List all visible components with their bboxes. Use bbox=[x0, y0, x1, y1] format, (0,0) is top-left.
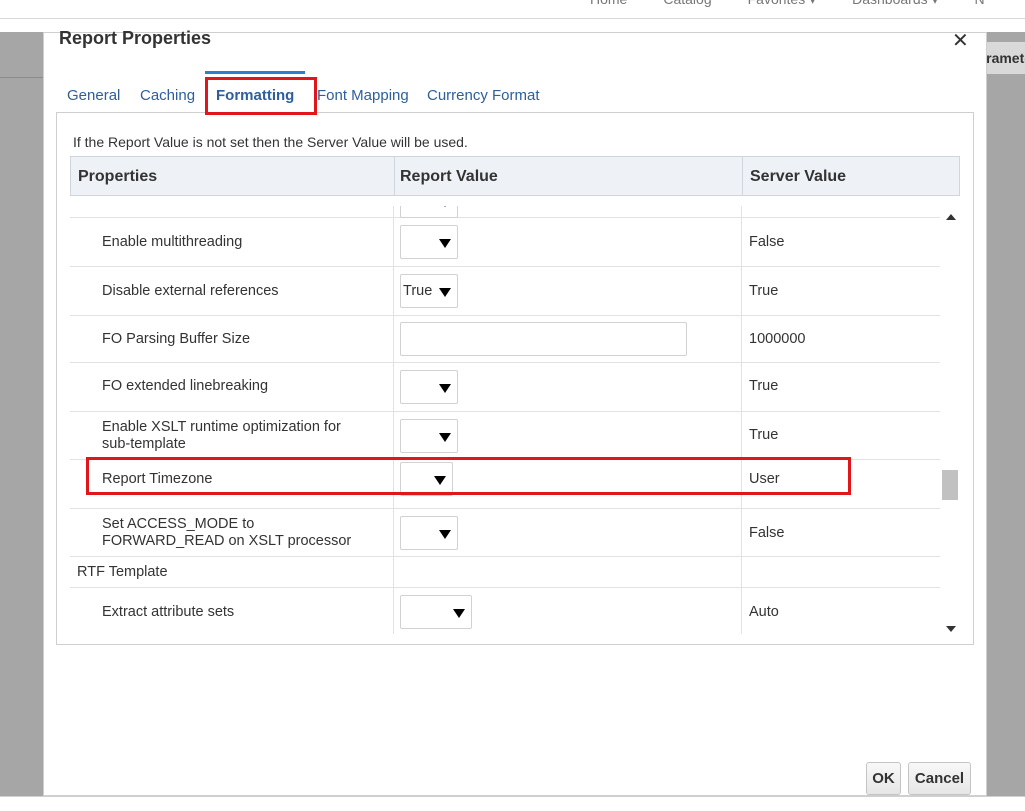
server-value: True bbox=[749, 378, 779, 394]
table-row: FO Parsing Buffer Size 1000000 bbox=[70, 316, 940, 363]
server-value: False bbox=[749, 234, 785, 250]
report-value-select[interactable] bbox=[400, 419, 458, 453]
fo-buffer-size-input[interactable] bbox=[400, 322, 687, 356]
info-text: If the Report Value is not set then the … bbox=[73, 134, 468, 150]
report-value-select[interactable]: True bbox=[400, 274, 458, 308]
column-header-properties: Properties bbox=[78, 168, 158, 185]
table-row: Extract attribute sets Auto bbox=[70, 588, 940, 634]
server-value: True bbox=[749, 427, 779, 443]
group-label: RTF Template bbox=[77, 564, 168, 580]
nav-home-link[interactable]: Home bbox=[590, 0, 627, 8]
server-value: Auto bbox=[749, 604, 779, 620]
nav-favorites-link[interactable]: Favorites ▾ bbox=[748, 0, 817, 8]
report-value-select[interactable] bbox=[400, 595, 472, 629]
table-header: Properties Report Value Server Value bbox=[70, 156, 960, 196]
column-header-server-value: Server Value bbox=[750, 168, 847, 185]
nav-catalog-link[interactable]: Catalog bbox=[663, 0, 711, 8]
property-label: Enable multithreading bbox=[102, 234, 243, 250]
table-row: FO extended linebreaking True bbox=[70, 363, 940, 412]
highlight-box-report-timezone bbox=[86, 457, 851, 495]
table-row bbox=[70, 206, 940, 218]
scroll-down-icon[interactable] bbox=[946, 626, 956, 632]
property-label: Disable external references bbox=[102, 283, 279, 299]
chevron-down-icon bbox=[439, 288, 451, 297]
table-row: Enable XSLT runtime optimization for sub… bbox=[70, 412, 940, 460]
table-group-row: RTF Template bbox=[70, 557, 940, 588]
property-label: Enable XSLT runtime optimization for sub… bbox=[102, 419, 341, 452]
tab-currency-format[interactable]: Currency Format bbox=[427, 87, 540, 104]
chevron-down-icon bbox=[439, 384, 451, 393]
app-footer bbox=[0, 796, 1025, 811]
report-value-select[interactable] bbox=[400, 370, 458, 404]
chevron-down-icon bbox=[439, 433, 451, 442]
chevron-down-icon bbox=[439, 530, 451, 539]
table-row: Disable external references True True bbox=[70, 267, 940, 316]
app-top-navbar: Home Catalog Favorites ▾ Dashboards ▾ N bbox=[0, 0, 1025, 19]
active-tab-indicator bbox=[205, 71, 305, 74]
tab-font-mapping[interactable]: Font Mapping bbox=[317, 87, 409, 104]
chevron-down-icon bbox=[439, 239, 451, 248]
server-value: 1000000 bbox=[749, 331, 806, 347]
chevron-down-icon bbox=[453, 609, 465, 618]
nav-dashboards-link[interactable]: Dashboards ▾ bbox=[852, 0, 938, 8]
scroll-up-icon[interactable] bbox=[946, 214, 956, 220]
property-label: FO extended linebreaking bbox=[102, 378, 269, 394]
ok-button[interactable]: OK bbox=[866, 762, 901, 795]
nav-more-link[interactable]: N bbox=[975, 0, 985, 8]
highlight-box-formatting-tab bbox=[205, 77, 317, 115]
server-value: False bbox=[749, 525, 785, 541]
property-label: Extract attribute sets bbox=[102, 604, 235, 620]
properties-table-body[interactable]: Enable multithreading False Disable exte… bbox=[70, 206, 940, 634]
app-nav: Home Catalog Favorites ▾ Dashboards ▾ N bbox=[590, 0, 985, 8]
tab-caching[interactable]: Caching bbox=[140, 87, 195, 104]
property-label: Set ACCESS_MODE to FORWARD_READ on XSLT … bbox=[102, 516, 352, 549]
server-value: True bbox=[749, 283, 779, 299]
dialog-title: Report Properties bbox=[59, 28, 212, 48]
table-row: Set ACCESS_MODE to FORWARD_READ on XSLT … bbox=[70, 509, 940, 557]
table-row: Enable multithreading False bbox=[70, 218, 940, 267]
property-label: FO Parsing Buffer Size bbox=[102, 331, 251, 347]
report-value-select[interactable] bbox=[400, 516, 458, 550]
formatting-panel: If the Report Value is not set then the … bbox=[56, 112, 974, 645]
cancel-button[interactable]: Cancel bbox=[908, 762, 971, 795]
report-value-select[interactable] bbox=[400, 225, 458, 259]
column-header-report-value: Report Value bbox=[400, 168, 498, 185]
close-icon[interactable]: ✕ bbox=[952, 28, 969, 53]
report-value-select[interactable] bbox=[400, 206, 458, 218]
table-scrollbar[interactable] bbox=[942, 206, 958, 634]
tab-general[interactable]: General bbox=[67, 87, 120, 104]
report-properties-dialog: Report Properties ✕ General Caching Form… bbox=[43, 28, 987, 796]
scrollbar-thumb[interactable] bbox=[942, 470, 958, 500]
